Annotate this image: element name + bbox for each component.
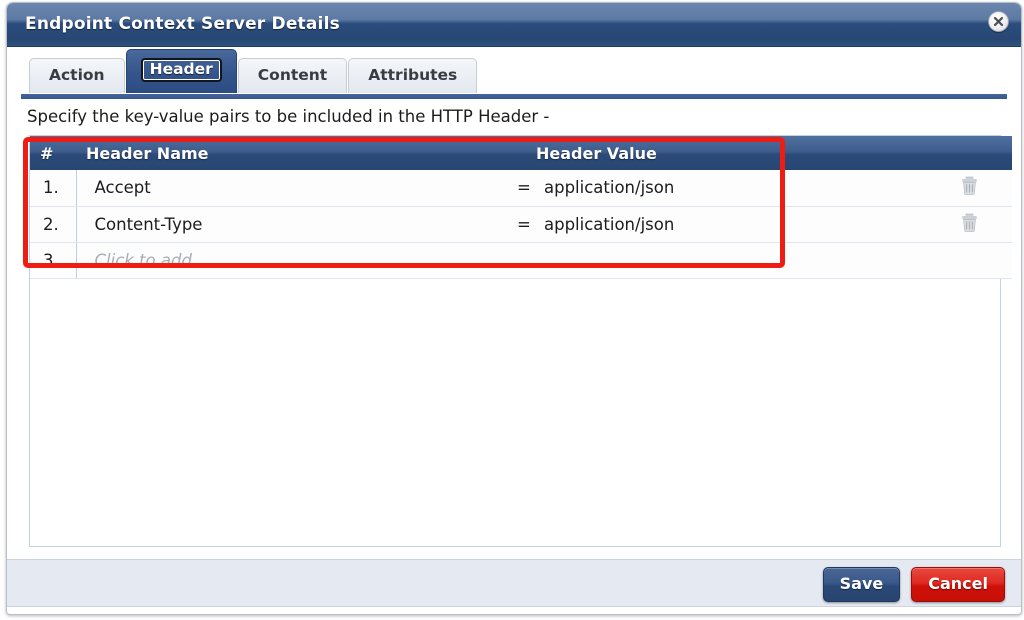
- column-header-number: #: [30, 136, 76, 170]
- header-value-cell[interactable]: application/json: [526, 170, 926, 207]
- header-table-container: # Header Name Header Value 1. Accept = a…: [29, 135, 1012, 547]
- save-button[interactable]: Save: [822, 567, 901, 602]
- header-value-cell[interactable]: [526, 242, 926, 279]
- trash-icon[interactable]: [961, 176, 978, 199]
- row-actions: [926, 170, 1012, 207]
- row-number: 2.: [30, 206, 77, 243]
- row-number: 1.: [30, 170, 77, 207]
- equals-sign: =: [516, 170, 531, 207]
- table-row-add-new[interactable]: 3. Click to add...: [30, 242, 1012, 279]
- equals-sign: [516, 242, 526, 279]
- hint-text: Specify the key-value pairs to be includ…: [27, 107, 550, 126]
- column-header-name: Header Name: [76, 136, 516, 170]
- tab-header-label: Header: [140, 58, 222, 82]
- cancel-button[interactable]: Cancel: [911, 567, 1005, 602]
- tab-action[interactable]: Action: [29, 58, 125, 93]
- tab-bar: Action Header Content Attributes: [7, 47, 1021, 99]
- close-icon[interactable]: [988, 11, 1009, 32]
- column-header-equals: [516, 136, 526, 170]
- row-actions: [926, 206, 1012, 243]
- tab-attributes-label: Attributes: [368, 66, 458, 84]
- row-number: 3.: [30, 242, 77, 279]
- column-header-actions: [926, 136, 1012, 170]
- trash-icon[interactable]: [961, 213, 978, 236]
- table-head: # Header Name Header Value: [30, 136, 1012, 170]
- row-actions: [926, 242, 1012, 279]
- tab-content[interactable]: Content: [237, 58, 348, 93]
- tab-action-label: Action: [49, 66, 105, 84]
- dialog-titlebar: Endpoint Context Server Details: [7, 3, 1021, 47]
- table-body: 1. Accept = application/json 2. Content-…: [30, 170, 1012, 279]
- endpoint-context-server-dialog: Endpoint Context Server Details Action H…: [6, 2, 1022, 615]
- add-row-placeholder[interactable]: Click to add...: [76, 242, 516, 279]
- dialog-footer: Save Cancel: [7, 559, 1021, 607]
- header-name-cell[interactable]: Content-Type: [76, 206, 516, 243]
- dialog-body: Specify the key-value pairs to be includ…: [7, 99, 1021, 559]
- table-row[interactable]: 1. Accept = application/json: [30, 170, 1012, 207]
- tab-content-label: Content: [257, 66, 328, 84]
- header-table: # Header Name Header Value 1. Accept = a…: [30, 136, 1012, 279]
- tab-header[interactable]: Header: [125, 49, 237, 93]
- header-value-cell[interactable]: application/json: [526, 206, 926, 243]
- header-name-cell[interactable]: Accept: [76, 170, 516, 207]
- equals-sign: =: [516, 206, 531, 243]
- column-header-value: Header Value: [526, 136, 926, 170]
- table-row[interactable]: 2. Content-Type = application/json: [30, 206, 1012, 243]
- tab-attributes[interactable]: Attributes: [348, 58, 478, 93]
- dialog-title: Endpoint Context Server Details: [25, 14, 340, 34]
- screen: Endpoint Context Server Details Action H…: [0, 0, 1024, 620]
- table-header-row: # Header Name Header Value: [30, 136, 1012, 170]
